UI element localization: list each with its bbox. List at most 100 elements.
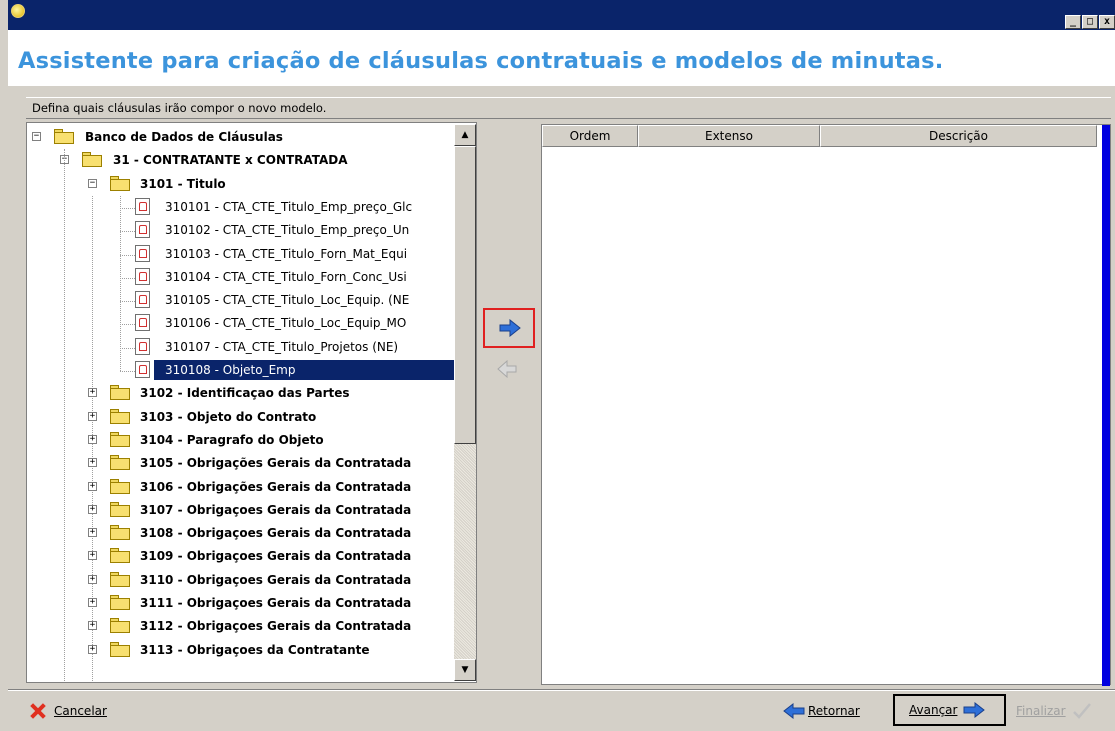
- clause-document-icon: [135, 244, 150, 262]
- folder-icon: [110, 455, 130, 471]
- tree-folder-expander[interactable]: +: [88, 458, 97, 468]
- tree-guide-line: [120, 231, 135, 233]
- window-controls: _ □ x: [1065, 15, 1115, 29]
- tree-folder-expander[interactable]: +: [88, 411, 97, 421]
- tree-guide-line: [120, 324, 135, 326]
- folder-icon: [110, 571, 130, 587]
- tree-guide-line: [120, 371, 135, 372]
- tree-folder-label[interactable]: 3103 - Objeto do Contrato: [140, 410, 316, 424]
- list-focus-edge: [1102, 125, 1110, 686]
- clause-document-icon: [135, 314, 150, 332]
- tree-guide-line: [120, 347, 135, 349]
- tree-leaf-label[interactable]: 310102 - CTA_CTE_Titulo_Emp_preço_Un: [165, 223, 409, 237]
- scroll-down-icon[interactable]: ▼: [454, 659, 476, 681]
- tree-leaf-label[interactable]: 310107 - CTA_CTE_Titulo_Projetos (NE): [165, 340, 398, 354]
- tree-folder-label[interactable]: 3110 - Obrigaçoes Gerais da Contratada: [140, 573, 411, 587]
- tree-scrollbar[interactable]: ▲ ▼: [454, 124, 476, 681]
- cancel-x-icon: [30, 703, 46, 719]
- tree-guide-line: [64, 149, 65, 682]
- next-arrow-icon: [963, 702, 986, 718]
- tree-folder-expander[interactable]: +: [88, 621, 97, 631]
- check-icon: [1072, 703, 1091, 719]
- tree-folder-expander[interactable]: +: [88, 434, 97, 444]
- back-arrow-icon: [783, 703, 805, 719]
- tree-leaf-label[interactable]: 310103 - CTA_CTE_Titulo_Forn_Mat_Equi: [165, 247, 407, 261]
- tree-guide-line: [120, 207, 135, 209]
- folder-icon: [110, 548, 130, 564]
- tree-folder-label[interactable]: 3111 - Obrigaçoes Gerais da Contratada: [140, 596, 411, 610]
- next-button[interactable]: Avançar: [893, 694, 1006, 726]
- add-clause-button[interactable]: [483, 308, 535, 348]
- maximize-button[interactable]: □: [1082, 15, 1098, 29]
- tree-subgroup-label[interactable]: 3101 - Titulo: [140, 177, 226, 191]
- scroll-thumb[interactable]: [454, 146, 476, 444]
- column-header-ordem[interactable]: Ordem: [542, 125, 638, 147]
- wizard-header: Assistente para criação de cláusulas con…: [8, 30, 1115, 86]
- tree-folder-expander[interactable]: +: [88, 481, 97, 491]
- tree-leaf-label[interactable]: 310101 - CTA_CTE_Titulo_Emp_preço_Glc: [165, 200, 412, 214]
- finish-button[interactable]: Finalizar: [1016, 697, 1111, 725]
- tree-folder-label[interactable]: 3113 - Obrigaçoes da Contratante: [140, 643, 370, 657]
- tree-leaf-label[interactable]: 310104 - CTA_CTE_Titulo_Forn_Conc_Usi: [165, 270, 407, 284]
- clause-document-icon: [135, 361, 150, 378]
- tree-group-label[interactable]: 31 - CONTRATANTE x CONTRATADA: [113, 153, 348, 167]
- folder-icon: [110, 618, 130, 634]
- tree-folder-expander[interactable]: +: [88, 504, 97, 514]
- clause-tree[interactable]: − Banco de Dados de Cláusulas − 31 - CONTRA…: [26, 122, 477, 683]
- arrow-right-icon: [499, 319, 521, 337]
- back-button[interactable]: Retornar: [783, 697, 883, 725]
- tree-folder-label[interactable]: 3107 - Obrigaçoes Gerais da Contratada: [140, 503, 411, 517]
- next-label: Avançar: [909, 703, 958, 717]
- clause-document-icon: [135, 221, 150, 239]
- tree-folder-expander[interactable]: +: [88, 388, 97, 398]
- folder-icon: [110, 525, 130, 541]
- remove-clause-icon[interactable]: [497, 360, 517, 378]
- column-header-extenso[interactable]: Extenso: [638, 125, 820, 147]
- tree-folder-label[interactable]: 3104 - Paragrafo do Objeto: [140, 433, 324, 447]
- tree-folder-expander[interactable]: +: [88, 644, 97, 654]
- app-icon: [11, 4, 25, 18]
- folder-icon: [110, 431, 130, 447]
- back-label: Retornar: [808, 704, 860, 718]
- tree-folder-expander[interactable]: +: [88, 528, 97, 538]
- cancel-label: Cancelar: [54, 704, 107, 718]
- tree-root-label[interactable]: Banco de Dados de Cláusulas: [85, 130, 283, 144]
- tree-root-expander[interactable]: −: [32, 132, 41, 141]
- folder-icon: [82, 152, 102, 168]
- tree-folder-label[interactable]: 3105 - Obrigações Gerais da Contratada: [140, 456, 411, 470]
- footer-separator: [8, 689, 1115, 691]
- close-button[interactable]: x: [1099, 15, 1115, 29]
- tree-subgroup-expander[interactable]: −: [88, 178, 97, 188]
- tree-folder-label[interactable]: 3102 - Identificaçao das Partes: [140, 386, 350, 400]
- clause-document-icon: [135, 267, 150, 285]
- list-header: Ordem Extenso Descrição: [542, 125, 1097, 147]
- tree-folder-label[interactable]: 3108 - Obrigaçoes Gerais da Contratada: [140, 526, 411, 540]
- folder-icon: [110, 595, 130, 610]
- tree-folder-label[interactable]: 3106 - Obrigações Gerais da Contratada: [140, 480, 411, 494]
- scroll-up-icon[interactable]: ▲: [454, 124, 476, 146]
- tree-folder-expander[interactable]: +: [88, 574, 97, 584]
- tree-folder-expander[interactable]: +: [88, 598, 97, 607]
- tree-leaf-label[interactable]: 310108 - Objeto_Emp: [165, 363, 295, 377]
- selected-clauses-list[interactable]: Ordem Extenso Descrição: [541, 124, 1111, 686]
- clause-document-icon: [135, 291, 150, 309]
- tree-folder-label[interactable]: 3112 - Obrigaçoes Gerais da Contratada: [140, 619, 411, 633]
- instruction-bar: Defina quais cláusulas irão compor o nov…: [26, 97, 1111, 119]
- folder-icon: [54, 129, 74, 144]
- tree-folder-label[interactable]: 3109 - Obrigaçoes Gerais da Contratada: [140, 549, 411, 563]
- tree-guide-line: [120, 195, 121, 371]
- folder-icon: [110, 175, 130, 191]
- tree-leaf-label[interactable]: 310105 - CTA_CTE_Titulo_Loc_Equip. (NE: [165, 293, 409, 307]
- minimize-button[interactable]: _: [1065, 15, 1081, 29]
- tree-folder-expander[interactable]: +: [88, 551, 97, 561]
- window-titlebar: _ □ x: [8, 0, 1115, 30]
- column-header-descricao[interactable]: Descrição: [820, 125, 1097, 147]
- tree-guide-line: [120, 277, 135, 279]
- tree-guide-line: [120, 254, 135, 256]
- cancel-button[interactable]: Cancelar: [30, 697, 150, 725]
- folder-icon: [110, 478, 130, 494]
- tree-guide-line: [120, 301, 135, 303]
- instruction-text: Defina quais cláusulas irão compor o nov…: [32, 101, 327, 115]
- wizard-title: Assistente para criação de cláusulas con…: [18, 48, 944, 74]
- tree-leaf-label[interactable]: 310106 - CTA_CTE_Titulo_Loc_Equip_MO: [165, 316, 406, 330]
